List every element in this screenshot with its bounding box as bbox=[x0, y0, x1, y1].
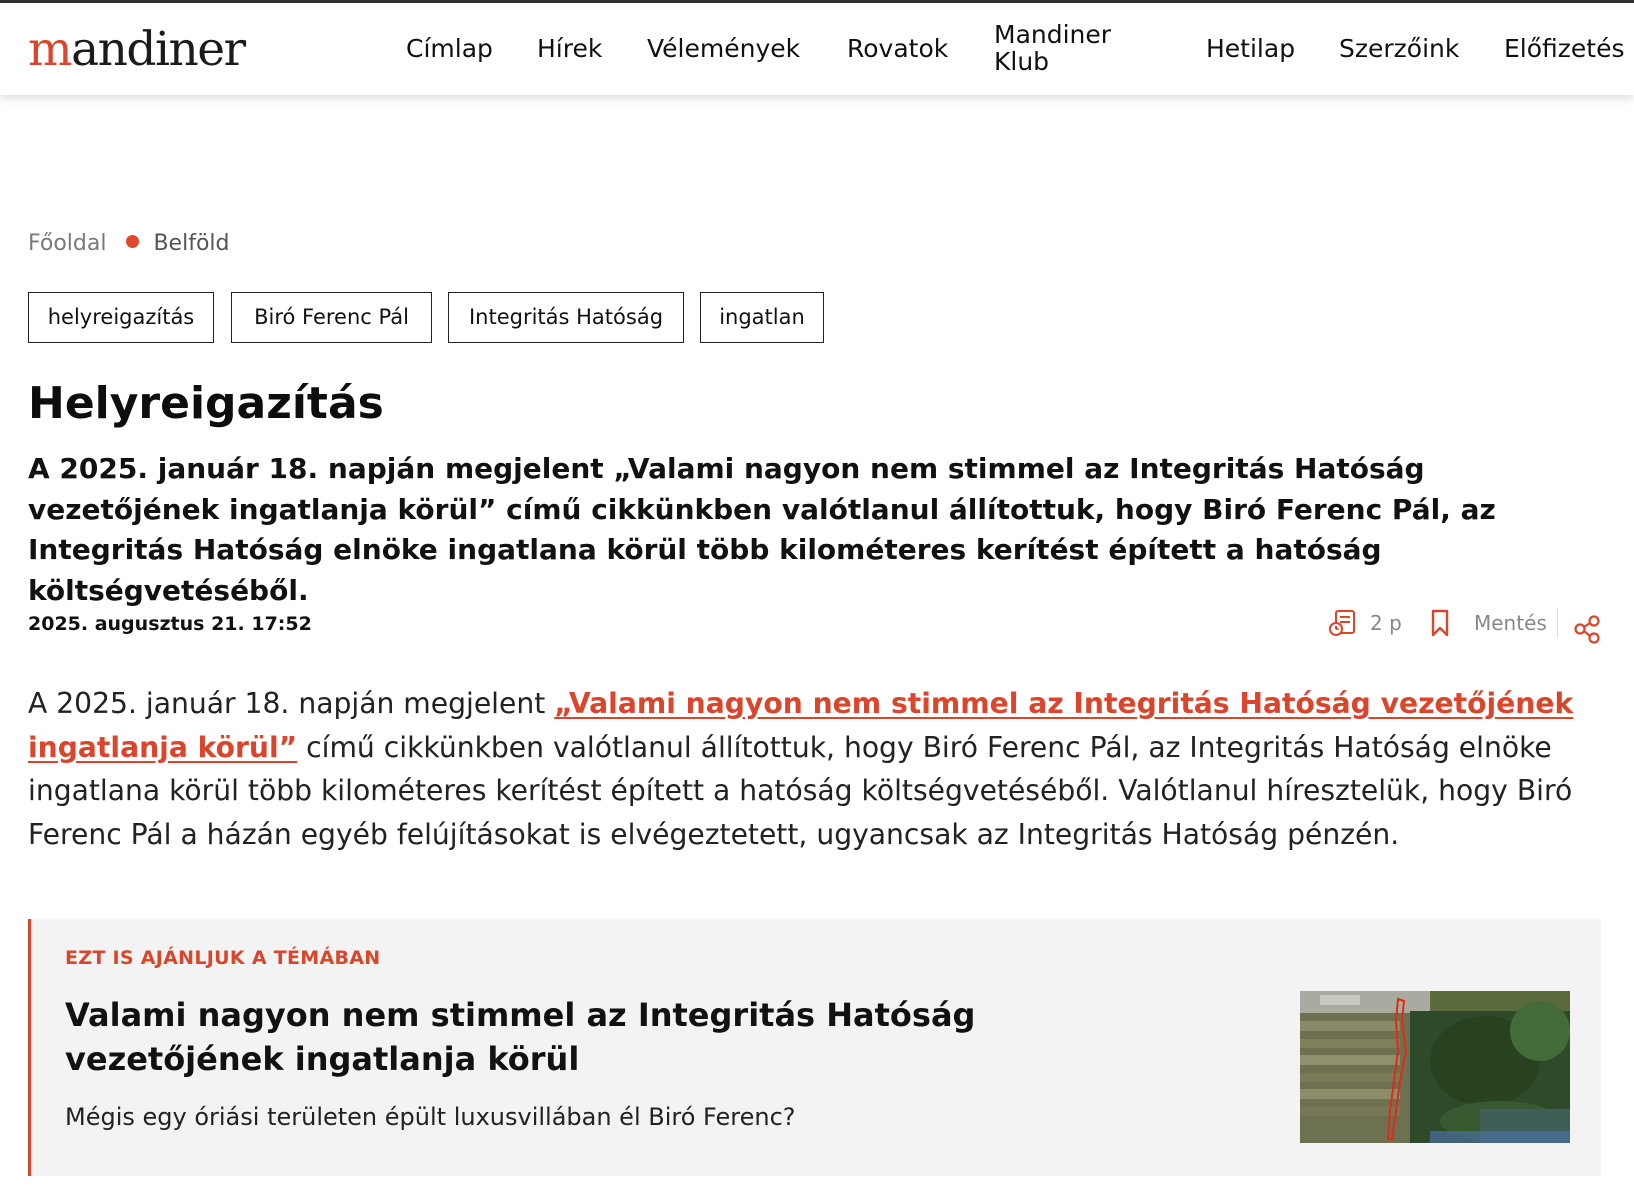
nav-velemenyek[interactable]: Vélemények bbox=[647, 35, 800, 63]
tag-biro-ferenc-pal[interactable]: Biró Ferenc Pál bbox=[231, 292, 432, 343]
nav-elofizetes[interactable]: Előfizetés bbox=[1504, 35, 1625, 63]
related-kicker: EZT IS AJÁNLJUK A TÉMÁBAN bbox=[65, 947, 381, 969]
nav-rovatok[interactable]: Rovatok bbox=[847, 35, 948, 63]
nav-szerzoink[interactable]: Szerzőink bbox=[1339, 35, 1459, 63]
nav-hirek[interactable]: Hírek bbox=[537, 35, 602, 63]
share-icon bbox=[1574, 615, 1600, 644]
tag-helyreigazitas[interactable]: helyreigazítás bbox=[28, 292, 214, 343]
site-header: mandiner Címlap Hírek Vélemények Rovatok… bbox=[0, 3, 1634, 95]
nav-hetilap[interactable]: Hetilap bbox=[1206, 35, 1295, 63]
related-article-box: EZT IS AJÁNLJUK A TÉMÁBAN Valami nagyon … bbox=[28, 919, 1601, 1176]
breadcrumb-separator-dot bbox=[126, 235, 140, 248]
body-text-start: A 2025. január 18. napján megjelent bbox=[28, 687, 555, 720]
nav-mandiner-klub[interactable]: Mandiner Klub bbox=[994, 21, 1144, 75]
tag-ingatlan[interactable]: ingatlan bbox=[700, 292, 824, 343]
logo-letter: m bbox=[28, 22, 73, 77]
satellite-map-thumbnail bbox=[1300, 991, 1570, 1143]
article-title: Helyreigazítás bbox=[28, 378, 384, 429]
share-button[interactable] bbox=[1572, 611, 1602, 647]
article-body: A 2025. január 18. napján megjelent „Val… bbox=[28, 682, 1618, 856]
read-time: 2 p bbox=[1328, 605, 1402, 641]
mandiner-logo[interactable]: mandiner bbox=[28, 20, 246, 80]
bookmark-icon bbox=[1431, 609, 1449, 637]
nav-cimlap[interactable]: Címlap bbox=[406, 35, 493, 63]
read-time-icon bbox=[1329, 610, 1355, 636]
save-label: Mentés bbox=[1474, 611, 1547, 635]
related-title[interactable]: Valami nagyon nem stimmel az Integritás … bbox=[65, 993, 1165, 1081]
read-time-value: 2 p bbox=[1370, 611, 1402, 635]
breadcrumb: Főoldal Belföld bbox=[28, 229, 230, 259]
related-thumbnail[interactable] bbox=[1300, 991, 1570, 1143]
logo-text: andiner bbox=[71, 22, 246, 77]
breadcrumb-current[interactable]: Belföld bbox=[153, 231, 229, 256]
related-subtitle: Mégis egy óriási területen épült luxusvi… bbox=[65, 1103, 796, 1131]
tag-integritas-hatosag[interactable]: Integritás Hatóság bbox=[448, 292, 684, 343]
publish-date: 2025. augusztus 21. 17:52 bbox=[28, 613, 312, 635]
article-lead: A 2025. január 18. napján megjelent „Val… bbox=[28, 452, 1496, 607]
save-button[interactable]: Mentés bbox=[1428, 605, 1547, 641]
meta-divider bbox=[1557, 608, 1558, 638]
breadcrumb-home[interactable]: Főoldal bbox=[28, 231, 106, 256]
